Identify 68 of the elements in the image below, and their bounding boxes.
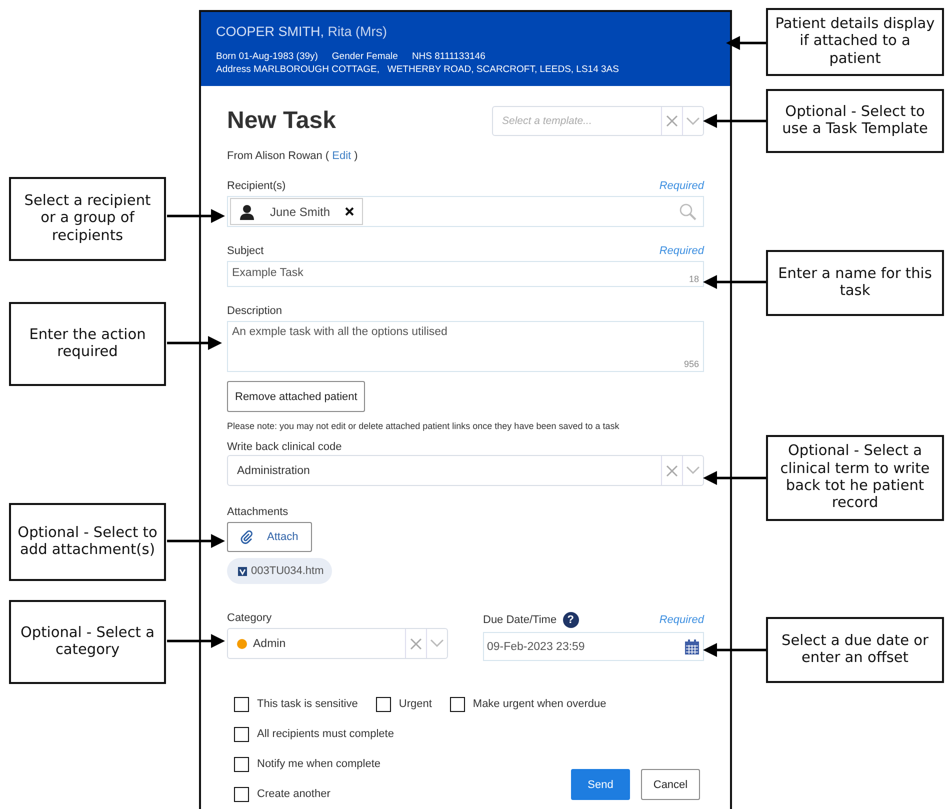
calendar-icon[interactable] — [684, 638, 700, 654]
patient-detail: Born 01-Aug-1983 (39y) — [216, 51, 318, 62]
due-date-field[interactable]: 09-Feb-2023 23:59 — [483, 632, 704, 661]
character-count: 956 — [684, 359, 699, 369]
remove-icon[interactable] — [345, 207, 354, 216]
patient-name: COOPER SMITH, Rita (Mrs) — [216, 24, 388, 39]
arrow — [703, 114, 766, 128]
checkbox-label[interactable]: Make urgent when overdue — [472, 698, 606, 710]
attachment-chip[interactable]: 003TU034.htm — [227, 558, 332, 584]
callout: Enter a name for this task — [766, 250, 944, 316]
checkbox-label[interactable]: All recipients must complete — [257, 728, 394, 740]
required-label: Required — [659, 614, 704, 626]
checkbox-label[interactable]: Create another — [257, 788, 330, 800]
arrow — [167, 634, 225, 648]
checkbox[interactable] — [234, 726, 249, 742]
arrow — [167, 336, 222, 350]
person-icon — [239, 204, 255, 220]
checkbox[interactable] — [376, 696, 391, 712]
recipient-name: June Smith — [270, 204, 330, 218]
checkbox-label[interactable]: Notify me when complete — [257, 758, 380, 770]
arrow — [703, 471, 766, 485]
attachment-name: 003TU034.htm — [251, 565, 324, 577]
edit-link[interactable]: Edit — [332, 150, 352, 162]
field-label: Due Date/Time — [483, 614, 557, 626]
paperclip-icon — [240, 530, 253, 544]
callout: Optional - Select a clinical term to write back tot he patient record — [766, 435, 944, 521]
field-label: Recipient(s) — [227, 180, 286, 192]
attach-button[interactable]: Attach — [227, 522, 312, 552]
character-count: 18 — [688, 274, 699, 284]
callout: Select a recipient or a group of recipients — [9, 177, 166, 261]
checkbox-label[interactable]: This task is sensitive — [257, 698, 358, 710]
field-label: Category — [227, 612, 272, 624]
checkbox-icon — [238, 566, 247, 576]
patient-detail: Gender Female — [332, 51, 398, 62]
dialog-title: New Task — [227, 107, 336, 135]
field-label: Description — [227, 305, 282, 317]
description-field[interactable]: An exmple task with all the options utilised 956 — [227, 321, 704, 372]
callout: Select a due date or enter an offset — [766, 617, 944, 683]
callout: Patient details display if attached to a patient — [766, 8, 944, 76]
help-icon[interactable]: ? — [562, 612, 579, 628]
from-text: From Alison Rowan ( Edit ) — [227, 150, 359, 162]
send-button[interactable]: Send — [571, 769, 630, 800]
checkbox[interactable] — [234, 696, 249, 712]
arrow — [703, 275, 766, 289]
field-label: Attachments — [227, 506, 288, 518]
note-text: Please note: you may not edit or delete attached patient links once they have been saved to a task — [227, 421, 620, 431]
remove-patient-button[interactable]: Remove attached patient — [227, 381, 366, 412]
arrow — [167, 209, 225, 223]
arrow — [726, 36, 766, 50]
patient-detail: NHS 8111133146 — [412, 51, 486, 62]
arrow — [703, 643, 766, 657]
checkbox-label[interactable]: Urgent — [398, 698, 432, 710]
subject-field[interactable]: Example Task 18 — [227, 261, 704, 287]
checkbox[interactable] — [450, 696, 465, 712]
checkbox[interactable] — [234, 786, 249, 802]
recipient-field[interactable]: June Smith — [227, 196, 704, 227]
required-label: Required — [659, 245, 704, 257]
callout: Optional - Select to add attachment(s) — [9, 503, 166, 581]
patient-address: Address MARLBOROUGH COTTAGE, WETHERBY ROAD, SCARCROFT, LEEDS, LS14 3AS — [216, 64, 620, 75]
arrow — [167, 534, 225, 548]
callout: Optional - Select a category — [9, 600, 166, 684]
cancel-button[interactable]: Cancel — [641, 769, 700, 800]
field-label: Write back clinical code — [227, 441, 342, 453]
checkbox[interactable] — [234, 756, 249, 772]
callout: Optional - Select to use a Task Template — [766, 89, 944, 153]
callout: Enter the action required — [9, 302, 166, 386]
required-label: Required — [659, 180, 704, 192]
field-label: Subject — [227, 245, 264, 257]
